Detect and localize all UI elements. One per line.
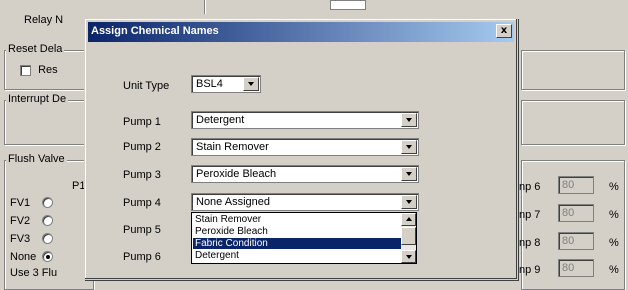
flush-radio-selected[interactable] bbox=[42, 251, 53, 262]
reset-delay-title: Reset Dela bbox=[6, 43, 65, 55]
dropdown-option[interactable]: Peroxide Bleach bbox=[193, 226, 403, 237]
percent-sign: % bbox=[609, 237, 619, 249]
chevron-down-icon bbox=[406, 255, 412, 259]
separator bbox=[204, 0, 206, 14]
reset-checkbox-row[interactable]: Res bbox=[20, 64, 58, 76]
pump-4-dropdown-button[interactable] bbox=[401, 195, 417, 209]
scroll-thumb[interactable] bbox=[401, 227, 416, 245]
pump-3-value: Peroxide Bleach bbox=[196, 168, 277, 180]
unit-type-label: Unit Type bbox=[123, 80, 170, 92]
close-button[interactable]: x bbox=[496, 24, 512, 38]
scroll-down-button[interactable] bbox=[401, 250, 416, 263]
flush-row-label: FV3 bbox=[10, 233, 31, 245]
relay-field[interactable] bbox=[330, 0, 366, 10]
chevron-down-icon bbox=[406, 200, 412, 204]
right-group-top bbox=[521, 50, 625, 90]
close-icon: x bbox=[500, 25, 508, 36]
pump-2-value: Stain Remover bbox=[196, 141, 269, 153]
right-group-mid bbox=[521, 100, 625, 145]
pump-row-label: np 8 bbox=[519, 237, 541, 249]
reset-checkbox-label: Res bbox=[38, 64, 58, 76]
unit-type-value: BSL4 bbox=[196, 78, 223, 90]
pump-4-value: None Assigned bbox=[196, 196, 270, 208]
pump-3-select[interactable]: Peroxide Bleach bbox=[191, 165, 419, 183]
flush-radio[interactable] bbox=[42, 233, 53, 244]
pump-percent-field[interactable]: 80 bbox=[558, 232, 594, 250]
dropdown-scrollbar[interactable] bbox=[401, 213, 416, 263]
flush-row-label: None bbox=[10, 251, 37, 263]
pump-label: Pump 3 bbox=[123, 169, 161, 181]
interrupt-delay-title: Interrupt De bbox=[6, 93, 69, 105]
pump-1-select[interactable]: Detergent bbox=[191, 111, 419, 129]
pump-4-dropdown-list[interactable]: Stain Remover Peroxide Bleach Fabric Con… bbox=[191, 212, 417, 264]
interrupt-delay-group bbox=[4, 100, 94, 145]
chevron-down-icon bbox=[248, 82, 254, 86]
pump-row-label: np 7 bbox=[519, 209, 541, 221]
pump-1-value: Detergent bbox=[196, 114, 245, 126]
pump-1-dropdown-button[interactable] bbox=[401, 113, 417, 127]
chevron-down-icon bbox=[406, 145, 412, 149]
pump-label: Pump 2 bbox=[123, 141, 161, 153]
dialog-title: Assign Chemical Names bbox=[91, 25, 219, 37]
pump-label: Pump 4 bbox=[123, 197, 161, 209]
scroll-up-button[interactable] bbox=[401, 213, 416, 226]
reset-checkbox[interactable] bbox=[20, 64, 31, 76]
pump-label: Pump 6 bbox=[123, 251, 161, 263]
use-flush-label: Use 3 Flu bbox=[10, 267, 58, 279]
flush-valve-title: Flush Valve bbox=[6, 153, 67, 165]
pump-row-label: np 6 bbox=[519, 181, 541, 193]
pump-percent-field[interactable]: 80 bbox=[558, 259, 594, 277]
pump-2-dropdown-button[interactable] bbox=[401, 140, 417, 154]
pump-label: Pump 5 bbox=[123, 224, 161, 236]
flush-row-label: FV1 bbox=[10, 197, 31, 209]
pump-percent-field[interactable]: 80 bbox=[558, 204, 594, 222]
dropdown-option-selected[interactable]: Fabric Condition bbox=[193, 238, 403, 249]
relay-label: Relay N bbox=[24, 14, 64, 26]
flush-row-label: FV2 bbox=[10, 215, 31, 227]
flush-radio[interactable] bbox=[42, 197, 53, 208]
dropdown-option[interactable]: Detergent bbox=[193, 250, 403, 261]
chevron-down-icon bbox=[406, 172, 412, 176]
unit-type-dropdown-button[interactable] bbox=[243, 77, 259, 91]
percent-sign: % bbox=[609, 181, 619, 193]
chevron-down-icon bbox=[406, 118, 412, 122]
flush-radio[interactable] bbox=[42, 215, 53, 226]
pump-3-dropdown-button[interactable] bbox=[401, 167, 417, 181]
unit-type-select[interactable]: BSL4 bbox=[191, 75, 261, 93]
pump-2-select[interactable]: Stain Remover bbox=[191, 138, 419, 156]
pump-percent-field[interactable]: 80 bbox=[558, 176, 594, 194]
chevron-up-icon bbox=[406, 217, 412, 221]
dialog-titlebar[interactable]: Assign Chemical Names x bbox=[88, 22, 514, 42]
percent-sign: % bbox=[609, 209, 619, 221]
pump-row-label: np 9 bbox=[519, 264, 541, 276]
percent-sign: % bbox=[609, 264, 619, 276]
pump-4-select[interactable]: None Assigned bbox=[191, 193, 419, 211]
pump-label: Pump 1 bbox=[123, 116, 161, 128]
dropdown-option[interactable]: Stain Remover bbox=[193, 214, 403, 225]
